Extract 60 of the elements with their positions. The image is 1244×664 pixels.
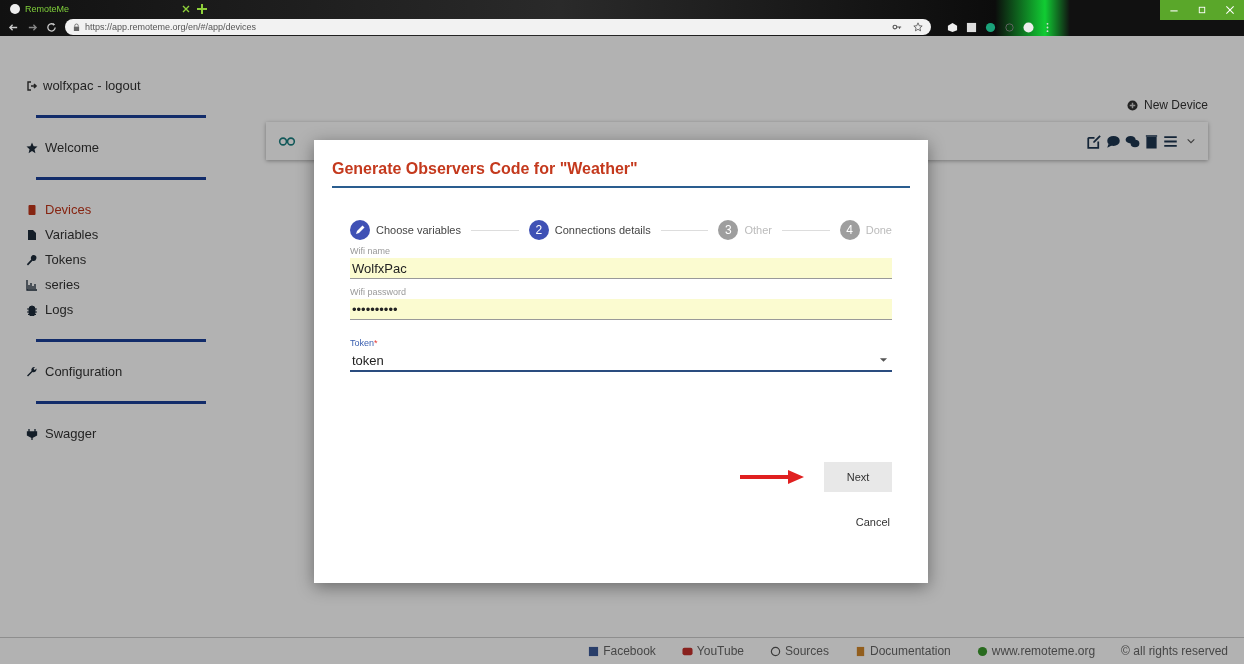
plug-icon	[26, 427, 38, 440]
new-device-button[interactable]: New Device	[1126, 98, 1208, 112]
step-number: 2	[528, 220, 549, 240]
lock-icon	[73, 22, 80, 32]
sidebar-item[interactable]: Variables	[26, 227, 240, 242]
trash-icon[interactable]	[1144, 133, 1159, 149]
file-icon	[26, 228, 38, 241]
footer-link[interactable]: Documentation	[855, 644, 951, 658]
logo-icon	[10, 4, 20, 14]
input-field[interactable]: Token* token	[350, 338, 892, 372]
pencil-icon	[350, 220, 370, 240]
sidebar-item[interactable]: Logs	[26, 302, 240, 317]
stepper-step[interactable]: 2 Connections details	[528, 220, 651, 240]
arrow-icon	[740, 469, 804, 485]
stepper-step[interactable]: Choose variables	[350, 220, 461, 240]
speech-bubble-icon[interactable]	[1106, 133, 1121, 149]
step-number: 4	[839, 220, 860, 240]
logout-link[interactable]: wolfxpac - logout	[26, 78, 240, 93]
key-icon[interactable]	[892, 22, 902, 32]
plus-icon	[1126, 99, 1138, 111]
sidebar-item[interactable]: Welcome	[26, 140, 240, 155]
footer-link[interactable]: © all rights reserved	[1121, 644, 1228, 658]
chart-icon	[26, 278, 38, 291]
dialog-title: Generate Observers Code for "Weather"	[332, 160, 910, 188]
sidebar-item[interactable]: Devices	[26, 202, 240, 217]
extension-icon[interactable]	[985, 21, 996, 33]
wrench-icon	[26, 365, 38, 378]
chevron-down-icon[interactable]	[1186, 136, 1196, 146]
sidebar-item[interactable]: Tokens	[26, 252, 240, 267]
field-label: Wifi password	[350, 287, 407, 297]
infinity-icon	[278, 136, 296, 146]
speech-bubbles-icon[interactable]	[1125, 133, 1140, 149]
next-button[interactable]: Next	[824, 462, 892, 492]
sidebar-item[interactable]: Swagger	[26, 426, 240, 441]
logout-icon	[26, 79, 38, 92]
key-icon	[26, 253, 38, 266]
star-icon[interactable]	[913, 22, 923, 32]
cancel-button[interactable]: Cancel	[853, 514, 892, 530]
field-label: Token*	[350, 338, 379, 348]
extension-icon[interactable]	[966, 21, 977, 33]
footer-link[interactable]: Facebook	[588, 644, 656, 658]
close-icon[interactable]	[182, 5, 190, 13]
caret-icon	[879, 357, 888, 363]
edit-icon[interactable]	[1087, 133, 1102, 149]
footer-link[interactable]: Sources	[770, 644, 829, 658]
bug-icon	[26, 303, 38, 316]
footer-link[interactable]: www.remoteme.org	[976, 644, 1096, 658]
reload-icon[interactable]	[46, 21, 57, 33]
profile-icon[interactable]	[1023, 21, 1034, 33]
sidebar-item[interactable]: Configuration	[26, 364, 240, 379]
menu-icon[interactable]	[1163, 133, 1178, 149]
footer-link[interactable]: YouTube	[681, 644, 744, 658]
step-number: 3	[718, 220, 739, 240]
extension-icon[interactable]	[947, 21, 958, 33]
sidebar-item[interactable]: series	[26, 277, 240, 292]
field-label: Wifi name	[350, 246, 391, 256]
browser-tab[interactable]: RemoteMe	[10, 0, 190, 18]
address-bar[interactable]: https://app.remoteme.org/en/#/app/devices	[65, 19, 931, 35]
new-tab-icon[interactable]	[196, 3, 208, 15]
star-icon	[26, 141, 38, 154]
